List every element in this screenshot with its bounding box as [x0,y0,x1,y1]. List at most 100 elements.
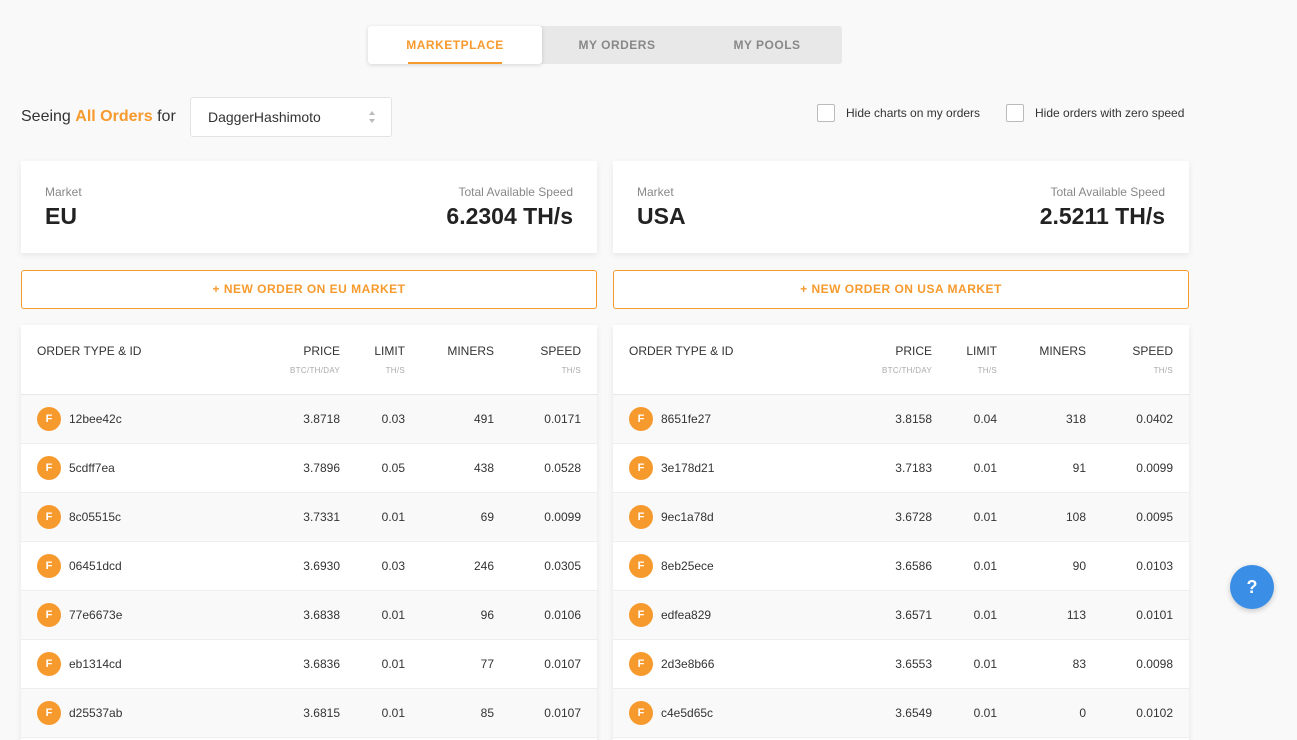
order-miners: 246 [473,559,494,573]
order-limit: 0.01 [973,461,997,475]
order-id[interactable]: 9ec1a78d [661,510,714,524]
table-row[interactable]: Fc4e5d65c 3.6549 0.01 0 0.0102 [613,689,1189,738]
market-name: USA [637,203,686,229]
total-speed: 6.2304 TH/s [446,203,573,229]
order-id[interactable]: 8c05515c [69,510,121,524]
order-price: 3.6586 [895,559,932,573]
table-row[interactable]: F 77e6673e 3.6838 0.01 96 0.0106 [21,591,597,640]
col-limit[interactable]: LIMIT [966,344,997,358]
order-id[interactable]: edfea829 [661,608,711,622]
help-button[interactable]: ? [1230,565,1274,609]
col-limit-unit: TH/S [385,366,405,375]
total-speed: 2.5211 TH/s [1039,203,1165,229]
table-row[interactable]: F 2d3e8b66 3.6553 0.01 83 0.0098 [613,640,1189,689]
col-price[interactable]: PRICE [303,344,340,358]
speed-label: Total Available Speed [1050,185,1165,199]
order-id[interactable]: 2d3e8b66 [661,657,714,671]
tab-marketplace[interactable]: MARKETPLACE [368,26,542,64]
seeing-prefix: Seeing [21,108,71,125]
table-row[interactable]: Fd25537ab 3.6815 0.01 85 0.0107 [21,689,597,738]
order-id[interactable]: 5cdff7ea [69,461,115,475]
order-speed: 0.0107 [544,706,581,720]
order-speed: 0.0095 [1136,510,1173,524]
tab-my-orders[interactable]: MY ORDERS [542,26,692,64]
order-limit: 0.03 [381,559,405,573]
order-id[interactable]: c4e5d65c [661,706,713,720]
hide-zero-label: Hide orders with zero speed [1035,106,1185,120]
order-limit: 0.01 [381,706,405,720]
order-id[interactable]: d25537ab [69,706,122,720]
order-id[interactable]: 8651fe27 [661,412,711,426]
tab-marketplace-label: MARKETPLACE [406,38,504,52]
hide-zero-checkbox[interactable] [1006,104,1024,122]
order-limit: 0.01 [973,510,997,524]
tab-my-pools[interactable]: MY POOLS [692,26,842,64]
order-id[interactable]: 77e6673e [69,608,122,622]
order-type-badge: F [37,456,61,480]
order-speed: 0.0402 [1136,412,1173,426]
new-order-usa-button[interactable]: + NEW ORDER ON USA MARKET [613,270,1189,309]
col-price-unit: BTC/TH/DAY [290,366,340,375]
hide-charts-checkbox[interactable] [817,104,835,122]
main-tabs: MARKETPLACE MY ORDERS MY POOLS [368,26,842,64]
table-row[interactable]: Fedfea829 3.6571 0.01 113 0.0101 [613,591,1189,640]
table-header: ORDER TYPE & ID PRICE BTC/TH/DAY LIMIT T… [613,325,1189,395]
order-speed: 0.0305 [544,559,581,573]
table-row[interactable]: F 12bee42c 3.8718 0.03 491 0.0171 [21,395,597,444]
order-miners: 91 [1072,461,1086,475]
col-order-type[interactable]: ORDER TYPE & ID [629,344,733,358]
order-miners: 96 [480,608,494,622]
table-row[interactable]: F 8c05515c 3.7331 0.01 69 0.0099 [21,493,597,542]
order-id[interactable]: 12bee42c [69,412,122,426]
table-row[interactable]: F 5cdff7ea 3.7896 0.05 438 0.0528 [21,444,597,493]
order-limit: 0.05 [381,461,405,475]
col-price-unit: BTC/TH/DAY [882,366,932,375]
table-row[interactable]: F 3e178d21 3.7183 0.01 91 0.0099 [613,444,1189,493]
col-miners[interactable]: MINERS [1039,344,1086,358]
order-id[interactable]: eb1314cd [69,657,122,671]
col-price[interactable]: PRICE [895,344,932,358]
hide-charts-option[interactable]: Hide charts on my orders [817,104,980,122]
order-price: 3.6838 [303,608,340,622]
market-card-eu: Market EU Total Available Speed 6.2304 T… [21,161,597,253]
order-type-badge: F [629,701,653,725]
col-miners[interactable]: MINERS [447,344,494,358]
order-miners: 0 [1079,706,1086,720]
market-label: Market [637,185,674,199]
table-row[interactable]: F 8eb25ece 3.6586 0.01 90 0.0103 [613,542,1189,591]
order-type-badge: F [37,701,61,725]
order-type-badge: F [629,554,653,578]
table-row[interactable]: F 8651fe27 3.8158 0.04 318 0.0402 [613,395,1189,444]
table-row[interactable]: F 06451dcd 3.6930 0.03 246 0.0305 [21,542,597,591]
select-arrows-icon [369,111,377,123]
order-limit: 0.03 [381,412,405,426]
order-miners: 85 [480,706,494,720]
col-speed[interactable]: SPEED [1132,344,1173,358]
order-price: 3.6728 [895,510,932,524]
col-order-type[interactable]: ORDER TYPE & ID [37,344,141,358]
order-id[interactable]: 06451dcd [69,559,122,573]
order-id[interactable]: 8eb25ece [661,559,714,573]
table-row[interactable]: Feb1314cd 3.6836 0.01 77 0.0107 [21,640,597,689]
col-limit[interactable]: LIMIT [374,344,405,358]
order-type-badge: F [629,407,653,431]
order-miners: 108 [1065,510,1086,524]
order-id[interactable]: 3e178d21 [661,461,714,475]
order-price: 3.6571 [895,608,932,622]
order-price: 3.6549 [895,706,932,720]
order-speed: 0.0107 [544,657,581,671]
order-limit: 0.01 [381,608,405,622]
col-speed[interactable]: SPEED [540,344,581,358]
order-type-badge: F [629,456,653,480]
new-order-eu-button[interactable]: + NEW ORDER ON EU MARKET [21,270,597,309]
orders-table-usa: ORDER TYPE & ID PRICE BTC/TH/DAY LIMIT T… [613,325,1189,740]
hide-zero-option[interactable]: Hide orders with zero speed [1006,104,1184,122]
table-body: F 8651fe27 3.8158 0.04 318 0.0402 F 3e178d21 3.7… [613,395,1189,738]
table-row[interactable]: F 9ec1a78d 3.6728 0.01 108 0.0095 [613,493,1189,542]
algorithm-select[interactable]: DaggerHashimoto [190,97,392,137]
order-speed: 0.0103 [1136,559,1173,573]
order-price: 3.7183 [895,461,932,475]
order-price: 3.8718 [303,412,340,426]
all-orders-link[interactable]: All Orders [75,108,152,125]
order-type-badge: F [37,554,61,578]
